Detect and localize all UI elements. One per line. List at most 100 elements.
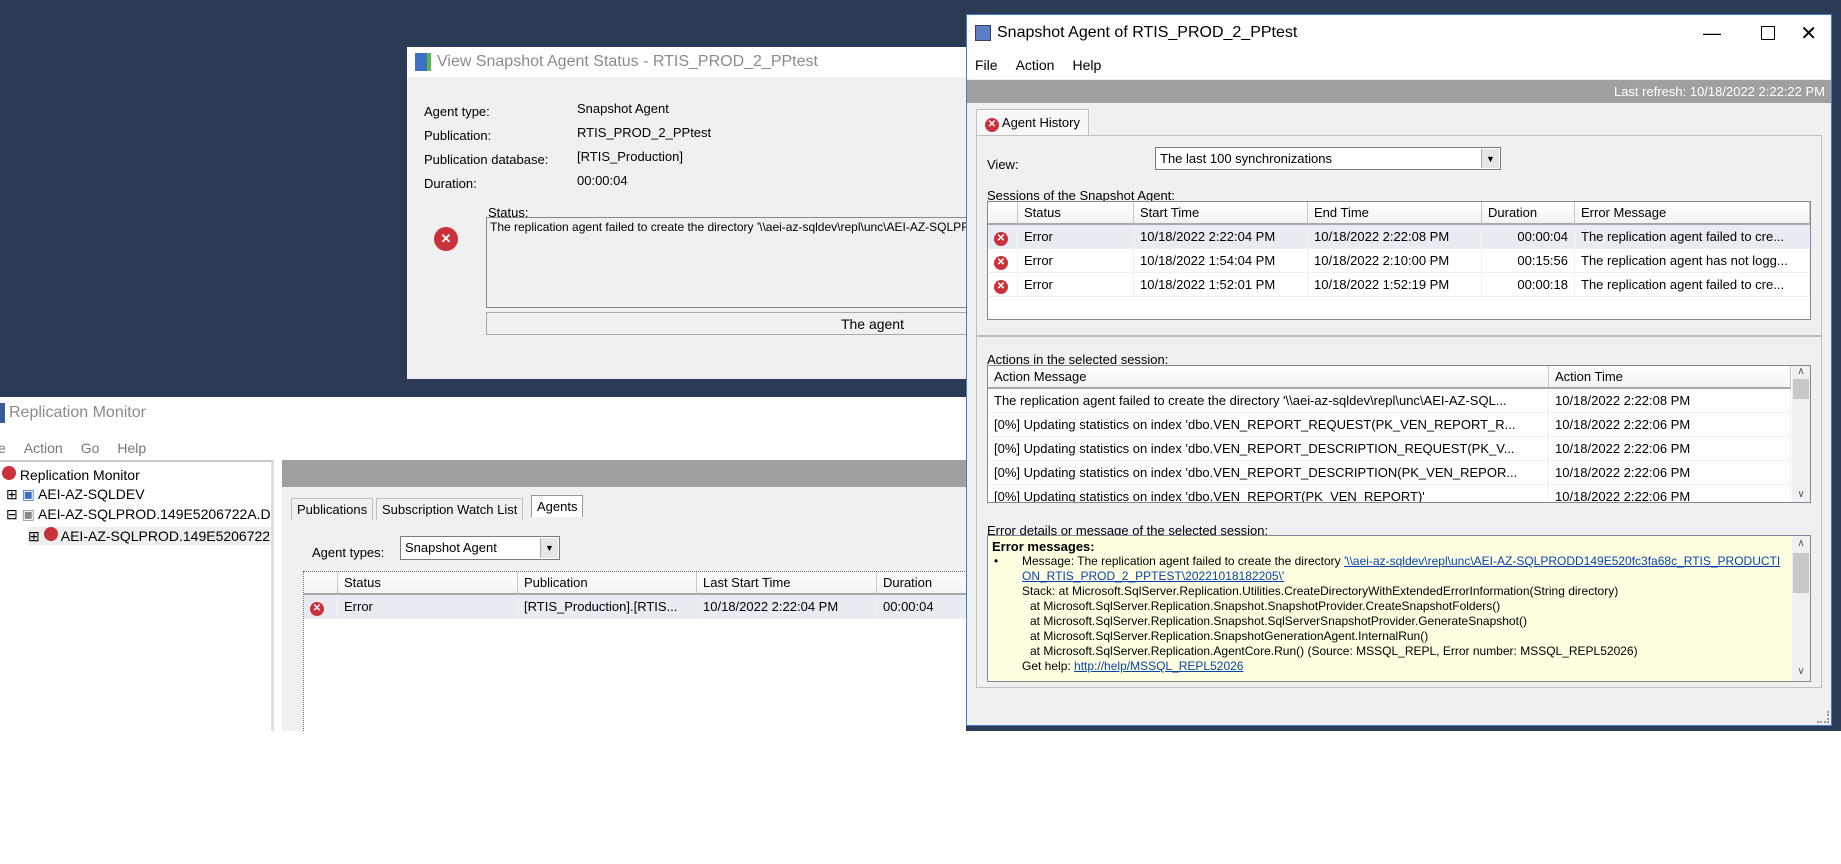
table-row[interactable]: [0%] Updating statistics on index 'dbo.V… bbox=[988, 485, 1810, 502]
dialog-title: View Snapshot Agent Status - RTIS_PROD_2… bbox=[437, 53, 818, 70]
stack-line: at Microsoft.SqlServer.Replication.Snaps… bbox=[1030, 614, 1527, 628]
column-header-last-start-time[interactable]: Last Start Time bbox=[697, 572, 877, 595]
tab-agents[interactable]: Agents bbox=[531, 495, 584, 517]
title-bar: Replication Monitor bbox=[0, 397, 966, 428]
status-textbox[interactable]: The replication agent failed to create t… bbox=[486, 217, 967, 308]
menu-file[interactable]: e bbox=[0, 440, 6, 456]
error-heading: Error messages: bbox=[992, 539, 1095, 554]
view-select[interactable]: The last 100 synchronizations ▼ bbox=[1155, 147, 1501, 170]
title-bar: View Snapshot Agent Status - RTIS_PROD_2… bbox=[407, 47, 967, 77]
menu-action[interactable]: Action bbox=[24, 440, 63, 456]
agent-types-select[interactable]: Snapshot Agent ▼ bbox=[400, 536, 560, 560]
column-header-action-time[interactable]: Action Time bbox=[1549, 366, 1791, 389]
publication-database-value: [RTIS_Production] bbox=[577, 149, 683, 164]
stack-line: Stack: at Microsoft.SqlServer.Replicatio… bbox=[1022, 584, 1619, 598]
tab-publications[interactable]: Publications bbox=[291, 498, 374, 520]
stack-line: at Microsoft.SqlServer.Replication.Snaps… bbox=[1030, 599, 1501, 613]
column-header-end-time[interactable]: End Time bbox=[1308, 202, 1482, 225]
status-dialog: View Snapshot Agent Status - RTIS_PROD_2… bbox=[407, 47, 967, 379]
last-refresh: Last refresh: 10/18/2022 2:22:22 PM bbox=[1613, 84, 1825, 99]
maximize-button[interactable] bbox=[1761, 26, 1775, 40]
splitter[interactable] bbox=[977, 335, 1821, 337]
agent-type-label: Agent type: bbox=[424, 104, 490, 119]
help-link[interactable]: http://help/MSSQL_REPL52026 bbox=[1074, 659, 1243, 673]
publication-value: RTIS_PROD_2_PPtest bbox=[577, 125, 712, 140]
error-icon: ✕ bbox=[985, 118, 999, 132]
error-icon: ✕ bbox=[310, 602, 324, 616]
column-header-status[interactable]: Status bbox=[1018, 202, 1134, 225]
sessions-grid: Status Start Time End Time Duration Erro… bbox=[987, 201, 1811, 320]
column-header-start-time[interactable]: Start Time bbox=[1134, 202, 1308, 225]
error-message: • Message: The replication agent failed t… bbox=[994, 554, 1781, 583]
menu-go[interactable]: Go bbox=[81, 440, 100, 456]
error-icon bbox=[43, 527, 58, 541]
duration-label: Duration: bbox=[424, 176, 477, 191]
tree-item-sqldev[interactable]: ⊞ ▣ AEI-AZ-SQLDEV bbox=[6, 486, 145, 503]
view-label: View: bbox=[987, 157, 1019, 172]
tree-item-root[interactable]: Replication Monitor bbox=[2, 466, 140, 483]
scroll-down-icon[interactable]: ∨ bbox=[1792, 664, 1810, 679]
tree-pane: Replication Monitor ⊞ ▣ AEI-AZ-SQLDEV ⊟ … bbox=[0, 460, 274, 731]
status-footer: The agent bbox=[486, 312, 967, 335]
table-row[interactable]: The replication agent failed to create t… bbox=[988, 389, 1810, 413]
duration-value: 00:00:04 bbox=[577, 173, 628, 188]
chevron-down-icon: ▼ bbox=[1481, 149, 1499, 168]
close-button[interactable]: ✕ bbox=[1800, 21, 1817, 46]
publication-database-label: Publication database: bbox=[424, 152, 549, 167]
agent-types-label: Agent types: bbox=[312, 545, 385, 560]
window-title: Snapshot Agent of RTIS_PROD_2_PPtest bbox=[997, 24, 1298, 41]
help-line: Get help: http://help/MSSQL_REPL52026 bbox=[1022, 659, 1244, 673]
tree-item-publication[interactable]: ⊞ AEI-AZ-SQLPROD.149E5206722 bbox=[28, 527, 271, 545]
tab-agent-history[interactable]: ✕ Agent History bbox=[976, 109, 1089, 136]
scroll-up-icon[interactable]: ∧ bbox=[1792, 366, 1810, 377]
resize-grip[interactable] bbox=[1817, 711, 1829, 723]
menu-action[interactable]: Action bbox=[1016, 57, 1055, 73]
error-details-box[interactable]: Error messages: • Message: The replicatio… bbox=[987, 535, 1811, 682]
column-header-duration[interactable]: Duration bbox=[877, 572, 966, 595]
refresh-bar: Last refresh: 10/18/2022 2:22:22 PM bbox=[967, 80, 1831, 103]
scroll-up-icon[interactable]: ∧ bbox=[1792, 536, 1810, 551]
tab-subscription-watch-list[interactable]: Subscription Watch List bbox=[376, 498, 524, 520]
replication-monitor-window: Replication Monitor e Action Go Help Rep… bbox=[0, 397, 966, 731]
column-header-duration[interactable]: Duration bbox=[1482, 202, 1575, 225]
stack-line: at Microsoft.SqlServer.Replication.Snaps… bbox=[1030, 629, 1429, 643]
error-icon: ✕ bbox=[994, 280, 1008, 294]
table-row[interactable]: ✕ Error 10/18/2022 2:22:04 PM 10/18/2022… bbox=[988, 225, 1810, 249]
column-header-action-message[interactable]: Action Message bbox=[988, 366, 1549, 389]
menu-file[interactable]: File bbox=[975, 57, 998, 73]
menu-help[interactable]: Help bbox=[1072, 57, 1101, 73]
agent-type-value: Snapshot Agent bbox=[577, 101, 669, 116]
app-icon bbox=[975, 25, 991, 41]
table-row[interactable]: [0%] Updating statistics on index 'dbo.V… bbox=[988, 437, 1810, 461]
table-row[interactable]: ✕ Error 10/18/2022 1:52:01 PM 10/18/2022… bbox=[988, 273, 1810, 297]
table-row[interactable]: [0%] Updating statistics on index 'dbo.V… bbox=[988, 413, 1810, 437]
column-header-error-message[interactable]: Error Message bbox=[1575, 202, 1810, 225]
minimize-button[interactable]: — bbox=[1703, 23, 1721, 44]
column-header-publication[interactable]: Publication bbox=[518, 572, 697, 595]
agents-grid: Status Publication Last Start Time Durat… bbox=[303, 571, 966, 731]
server-icon: ▣ bbox=[21, 506, 35, 522]
actions-scrollbar[interactable]: ∧ ∨ bbox=[1792, 366, 1810, 502]
column-header-status[interactable]: Status bbox=[338, 572, 518, 595]
scroll-down-icon[interactable]: ∨ bbox=[1792, 489, 1810, 500]
server-icon: ▣ bbox=[21, 486, 35, 502]
error-icon bbox=[2, 466, 16, 480]
table-row[interactable]: ✕ Error [RTIS_Production].[RTIS... 10/18… bbox=[304, 595, 966, 619]
app-icon bbox=[0, 402, 5, 423]
right-pane: Publications Subscription Watch List Age… bbox=[282, 460, 966, 731]
tree-item-sqlprod[interactable]: ⊟ ▣ AEI-AZ-SQLPROD.149E5206722A.D bbox=[6, 506, 271, 523]
window-title: Replication Monitor bbox=[9, 403, 146, 421]
error-icon: ✕ bbox=[434, 227, 458, 251]
document-icon bbox=[415, 53, 431, 71]
chevron-down-icon: ▼ bbox=[540, 538, 558, 558]
menu-help[interactable]: Help bbox=[117, 440, 146, 456]
table-row[interactable]: ✕ Error 10/18/2022 1:54:04 PM 10/18/2022… bbox=[988, 249, 1810, 273]
error-icon: ✕ bbox=[994, 232, 1008, 246]
header-band bbox=[282, 460, 966, 487]
snapshot-agent-window: Snapshot Agent of RTIS_PROD_2_PPtest — ✕… bbox=[966, 14, 1832, 726]
error-icon: ✕ bbox=[994, 256, 1008, 270]
table-row[interactable]: [0%] Updating statistics on index 'dbo.V… bbox=[988, 461, 1810, 485]
stack-line: at Microsoft.SqlServer.Replication.Agent… bbox=[1030, 644, 1638, 658]
publication-label: Publication: bbox=[424, 128, 492, 143]
error-scrollbar[interactable]: ∧ ∨ bbox=[1792, 536, 1810, 681]
